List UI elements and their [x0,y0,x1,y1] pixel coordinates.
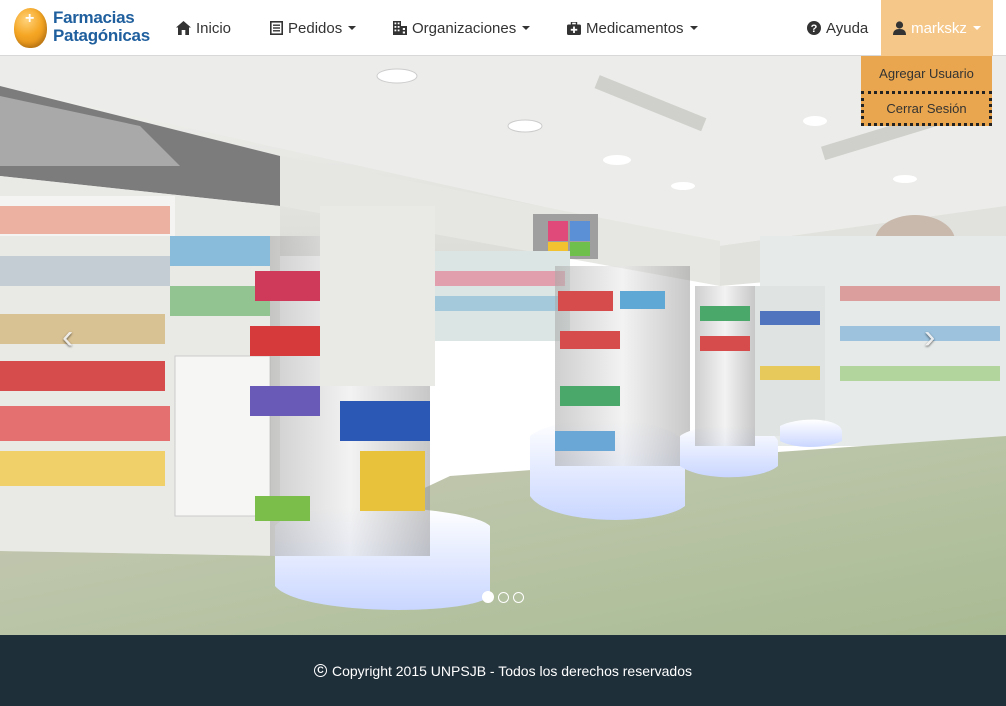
nav-medicamentos-label: Medicamentos [586,19,684,37]
nav-ayuda[interactable]: ? Ayuda [807,0,868,56]
chevron-down-icon [689,26,698,30]
brand-line-2: Patagónicas [53,26,150,45]
medkit-icon [567,21,581,35]
hero-carousel: ‹ › [0,56,1006,635]
copyright-icon: C [313,664,327,677]
pharmacy-interior-photo [0,56,1006,635]
footer-copyright-text: Copyright 2015 UNPSJB - Todos los derech… [331,662,693,679]
carousel-indicator-3[interactable] [513,592,524,603]
home-icon [176,21,191,35]
nav-organizaciones-label: Organizaciones [412,19,517,37]
list-icon [270,21,283,35]
nav-user-menu[interactable]: markskz [881,0,993,56]
chevron-right-icon: › [924,318,936,356]
nav-ayuda-label: Ayuda [826,19,869,37]
building-icon [393,21,407,35]
top-navbar: + Farmacias Patagónicas Inicio Pedidos O… [0,0,1006,56]
menu-item-cerrar-sesion[interactable]: Cerrar Sesión [861,91,992,126]
nav-pedidos[interactable]: Pedidos [270,0,357,56]
chevron-left-icon: ‹ [62,318,74,356]
pharmacy-egg-logo-icon: + [14,6,47,48]
chevron-down-icon [348,26,357,30]
chevron-down-icon [972,26,981,30]
question-circle-icon: ? [807,21,821,35]
svg-text:?: ? [811,23,818,35]
chevron-down-icon [522,26,531,30]
carousel-indicator-2[interactable] [498,592,509,603]
carousel-prev-button[interactable]: ‹ [62,318,73,357]
brand-logo-link[interactable]: + Farmacias Patagónicas [14,4,150,50]
nav-user-label: markskz [911,19,967,37]
nav-inicio[interactable]: Inicio [176,0,231,56]
user-icon [893,21,907,35]
user-dropdown-menu: Agregar Usuario Cerrar Sesión [861,56,992,126]
brand-line-1: Farmacias [53,8,135,27]
carousel-indicator-1[interactable] [482,591,494,603]
carousel-indicators [482,591,528,603]
menu-item-agregar-usuario[interactable]: Agregar Usuario [861,56,992,91]
carousel-next-button[interactable]: › [924,318,935,357]
nav-medicamentos[interactable]: Medicamentos [567,0,698,56]
nav-inicio-label: Inicio [196,19,232,37]
brand-name: Farmacias Patagónicas [53,9,150,45]
nav-pedidos-label: Pedidos [288,19,343,37]
nav-organizaciones[interactable]: Organizaciones [393,0,531,56]
page-footer: C Copyright 2015 UNPSJB - Todos los dere… [0,635,1006,706]
